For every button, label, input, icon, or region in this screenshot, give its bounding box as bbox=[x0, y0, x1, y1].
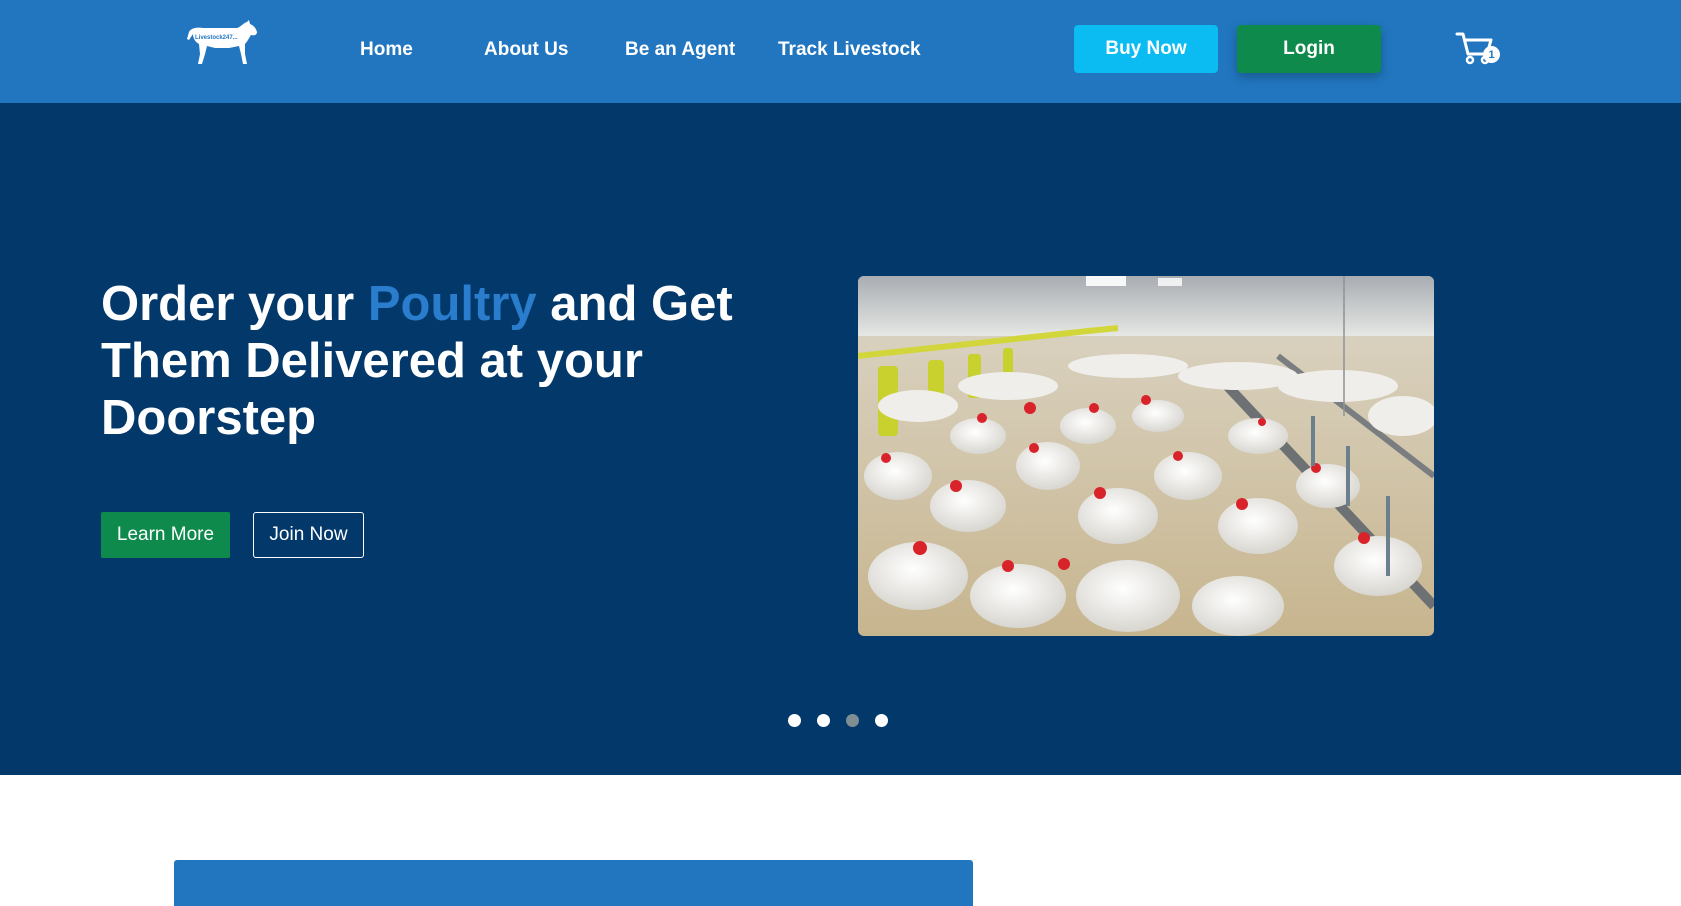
nav-agent-link[interactable]: Be an Agent bbox=[625, 39, 735, 61]
nav-home-link[interactable]: Home bbox=[360, 39, 413, 61]
hero-title: Order your Poultry and Get Them Delivere… bbox=[101, 276, 741, 447]
buy-now-button[interactable]: Buy Now bbox=[1074, 25, 1218, 73]
cart-button[interactable]: 1 bbox=[1455, 30, 1503, 70]
poultry-farm-image bbox=[858, 276, 1434, 636]
hero-title-part1: Order your bbox=[101, 277, 368, 331]
join-now-button[interactable]: Join Now bbox=[253, 512, 364, 558]
nav-track-link[interactable]: Track Livestock bbox=[778, 39, 921, 61]
carousel-dot-2[interactable] bbox=[817, 714, 830, 727]
navbar: Livestock247... Home About Us Be an Agen… bbox=[0, 0, 1681, 103]
next-section-panel bbox=[174, 860, 973, 906]
cow-logo-icon[interactable]: Livestock247... bbox=[185, 20, 259, 66]
hero-title-accent: Poultry bbox=[367, 277, 537, 331]
carousel-dot-4[interactable] bbox=[875, 714, 888, 727]
login-button[interactable]: Login bbox=[1237, 25, 1381, 73]
cart-count-badge: 1 bbox=[1483, 46, 1500, 63]
learn-more-button[interactable]: Learn More bbox=[101, 512, 230, 558]
logo-text: Livestock247... bbox=[195, 35, 238, 41]
carousel-dot-1[interactable] bbox=[788, 714, 801, 727]
nav-about-link[interactable]: About Us bbox=[484, 39, 568, 61]
hero-banner: Order your Poultry and Get Them Delivere… bbox=[0, 103, 1681, 775]
carousel-dot-3-active[interactable] bbox=[846, 714, 859, 727]
